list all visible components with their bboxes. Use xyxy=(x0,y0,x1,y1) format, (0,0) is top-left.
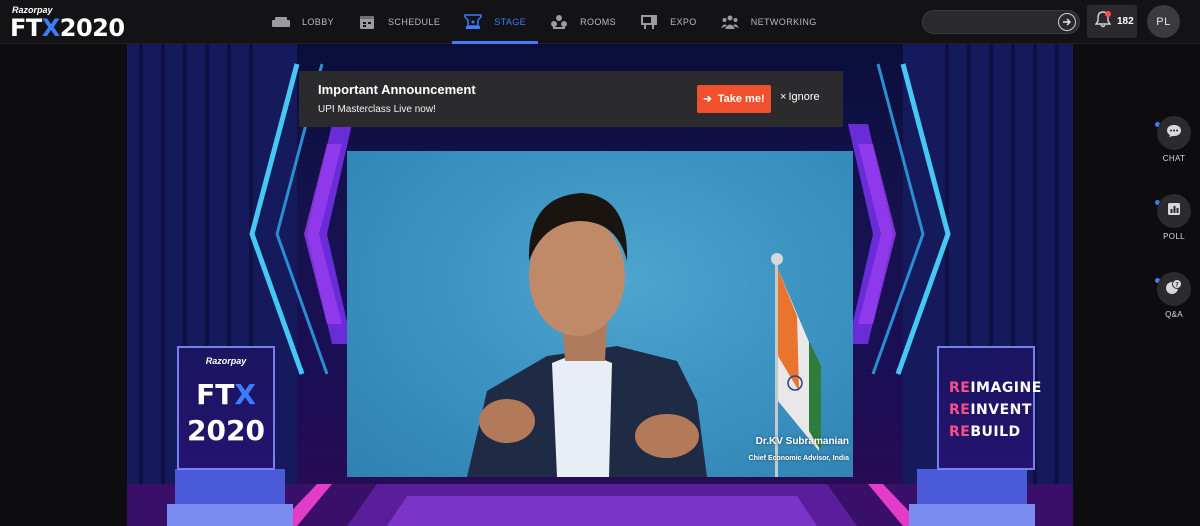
nav-stage-label: STAGE xyxy=(494,17,527,27)
stage-panel-reimagine: REIMAGINE REINVENT REBUILD xyxy=(937,346,1041,470)
tagline-line-3: REBUILD xyxy=(949,424,1021,440)
announcement-title: Important Announcement xyxy=(318,82,476,97)
ignore-label: Ignore xyxy=(788,91,820,103)
search-input[interactable] xyxy=(933,15,1053,31)
tagline-line-2: REINVENT xyxy=(949,402,1032,418)
expo-icon xyxy=(640,14,658,30)
nav-lobby-label: LOBBY xyxy=(302,17,335,27)
nav-networking-label: NETWORKING xyxy=(750,17,817,27)
ftx-logo[interactable]: Razorpay FTX2020 xyxy=(10,5,125,42)
panel-year-text: 2020 xyxy=(187,414,265,447)
arrow-right-icon: ➔ xyxy=(703,93,712,105)
search-box xyxy=(922,10,1080,34)
chat-button[interactable] xyxy=(1157,116,1191,150)
speaker-name: Dr.KV Subramanian xyxy=(755,436,849,447)
qa-icon: ? xyxy=(1165,278,1183,300)
calendar-icon xyxy=(358,14,376,30)
rooms-icon xyxy=(550,14,568,30)
take-me-button[interactable]: ➔ Take me! xyxy=(697,85,771,113)
speaker-silhouette xyxy=(467,193,821,477)
nav-rooms-label: ROOMS xyxy=(580,17,617,27)
speaker-video[interactable]: Dr.KV Subramanian Chief Economic Advisor… xyxy=(347,151,853,477)
chat-label: CHAT xyxy=(1162,154,1186,163)
nav-rooms[interactable]: ROOMS xyxy=(538,0,628,44)
announcement-subtitle: UPI Masterclass Live now! xyxy=(318,104,436,115)
sofa-icon xyxy=(272,14,290,30)
notification-count: 182 xyxy=(1117,16,1134,27)
stage-icon xyxy=(464,14,482,30)
take-me-label: Take me! xyxy=(717,93,765,105)
user-avatar[interactable]: PL xyxy=(1147,5,1180,38)
event-wordmark: FTX2020 xyxy=(10,14,125,42)
panel-ftx-text: FTX xyxy=(196,378,256,411)
notification-dot xyxy=(1105,11,1111,17)
qa-label: Q&A xyxy=(1165,310,1183,319)
search-submit-button[interactable] xyxy=(1058,13,1076,31)
chat-icon xyxy=(1166,124,1182,143)
main-nav: LOBBY SCHEDULE STAGE ROOMS EXPO NETWORKI… xyxy=(260,0,829,44)
top-bar: Razorpay FTX2020 LOBBY SCHEDULE STAGE RO… xyxy=(0,0,1200,44)
speaker-role: Chief Economic Advisor, India xyxy=(748,455,849,462)
poll-label: POLL xyxy=(1163,232,1185,241)
nav-schedule[interactable]: SCHEDULE xyxy=(346,0,452,44)
nav-networking[interactable]: NETWORKING xyxy=(709,0,829,44)
nav-stage[interactable]: STAGE xyxy=(452,0,538,44)
announcement-banner: Important Announcement UPI Masterclass L… xyxy=(299,71,843,127)
nav-lobby[interactable]: LOBBY xyxy=(260,0,346,44)
poll-button[interactable] xyxy=(1157,194,1191,228)
nav-expo-label: EXPO xyxy=(670,17,697,27)
nav-schedule-label: SCHEDULE xyxy=(388,17,441,27)
networking-icon xyxy=(720,14,739,30)
notifications-button[interactable]: 182 xyxy=(1087,5,1137,38)
close-icon: × xyxy=(780,91,787,103)
stage-panel-ftx: Razorpay FTX 2020 xyxy=(177,346,275,470)
poll-icon xyxy=(1167,202,1181,221)
nav-expo[interactable]: EXPO xyxy=(628,0,709,44)
arrow-right-icon xyxy=(1063,18,1071,26)
panel-razorpay-wordmark: Razorpay xyxy=(205,356,247,366)
svg-text:?: ? xyxy=(1175,281,1179,288)
qa-button[interactable]: ? xyxy=(1157,272,1191,306)
ignore-button[interactable]: × Ignore xyxy=(780,91,820,103)
tagline-line-1: REIMAGINE xyxy=(949,380,1042,396)
